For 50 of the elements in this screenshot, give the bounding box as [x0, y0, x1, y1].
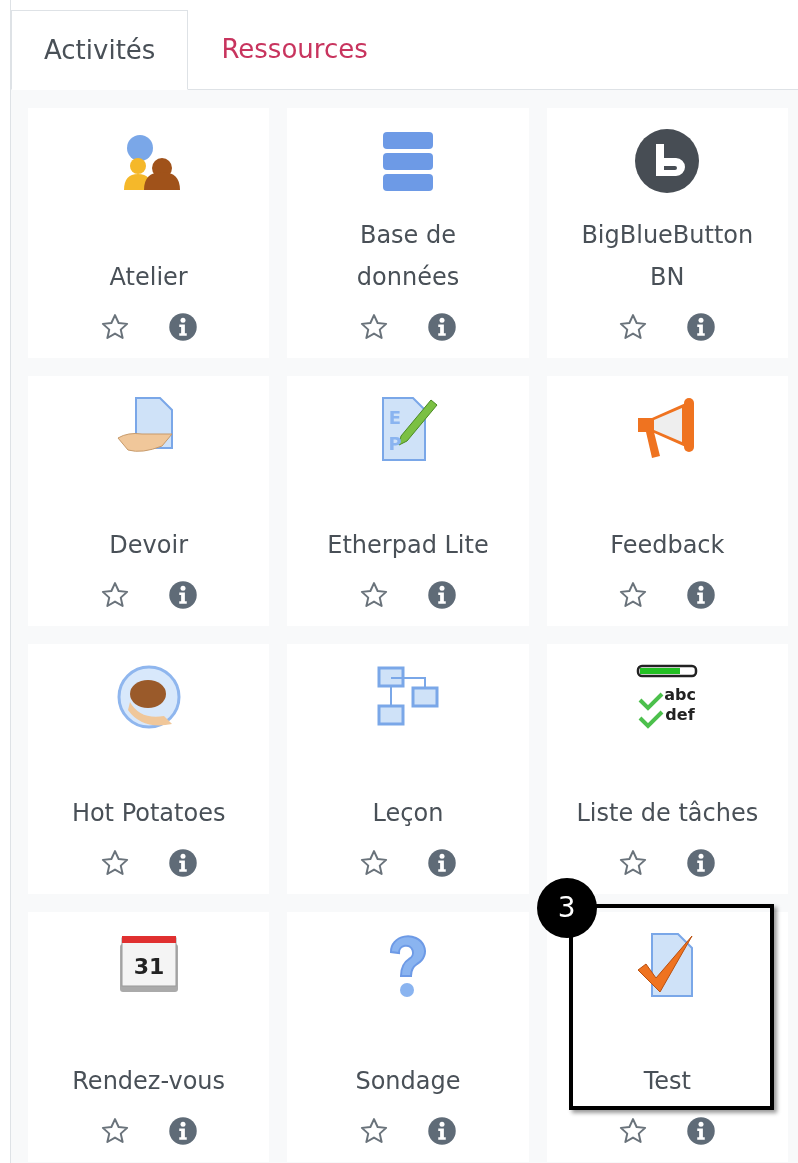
activity-card[interactable]: Sondage [287, 912, 529, 1162]
tab[interactable]: Ressources [188, 10, 401, 89]
activity-card[interactable]: Atelier [28, 108, 270, 358]
activity-card[interactable]: Leçon [287, 644, 529, 894]
activity-card[interactable]: Base de données [287, 108, 529, 358]
star-icon[interactable] [618, 312, 649, 342]
activity-name: Atelier [109, 262, 188, 293]
info-icon[interactable] [686, 848, 717, 878]
star-icon[interactable] [359, 1116, 389, 1146]
activity-name: Etherpad Lite [327, 530, 489, 561]
star-icon[interactable] [99, 848, 130, 878]
activity-card[interactable]: abc def Liste de tâches [546, 644, 788, 894]
activity-card[interactable]: Hot Potatoes [28, 644, 270, 894]
star-icon[interactable] [618, 580, 649, 610]
info-icon[interactable] [427, 1116, 457, 1146]
info-icon[interactable] [427, 848, 457, 878]
star-icon[interactable] [99, 580, 130, 610]
activity-card[interactable]: BigBlueButton BN [546, 108, 788, 358]
info-icon[interactable] [167, 848, 198, 878]
info-icon[interactable] [686, 1116, 717, 1146]
star-icon[interactable] [359, 312, 389, 342]
activity-name: BigBlueButton BN [581, 220, 754, 293]
star-icon[interactable] [618, 1116, 649, 1146]
star-icon[interactable] [99, 312, 130, 342]
activity-card[interactable]: Devoir [28, 376, 270, 626]
star-icon[interactable] [359, 848, 389, 878]
info-icon[interactable] [167, 580, 198, 610]
activity-card[interactable]: E P Etherpad Lite [287, 376, 529, 626]
info-icon[interactable] [686, 580, 717, 610]
activity-name: Devoir [109, 530, 188, 561]
tab[interactable]: Activités [11, 10, 189, 90]
activity-card[interactable]: Feedback [546, 376, 788, 626]
info-icon[interactable] [167, 312, 198, 342]
activity-name: Sondage [355, 1066, 461, 1097]
info-icon[interactable] [427, 580, 457, 610]
activity-name: Liste de tâches [576, 798, 759, 829]
star-icon[interactable] [99, 1116, 130, 1146]
info-icon[interactable] [686, 312, 717, 342]
activity-name: Feedback [610, 530, 725, 561]
activity-name: Hot Potatoes [71, 798, 226, 829]
info-icon[interactable] [167, 1116, 198, 1146]
info-icon[interactable] [427, 312, 457, 342]
step-number: 3 [536, 878, 597, 938]
activity-name: Test [643, 1066, 691, 1097]
star-icon[interactable] [359, 580, 389, 610]
activity-name: Rendez-vous [72, 1066, 226, 1097]
activity-name: Leçon [372, 798, 444, 829]
star-icon[interactable] [618, 848, 649, 878]
activity-card[interactable]: 31 Rendez-vous [28, 912, 270, 1162]
activity-name: Base de données [356, 220, 460, 293]
